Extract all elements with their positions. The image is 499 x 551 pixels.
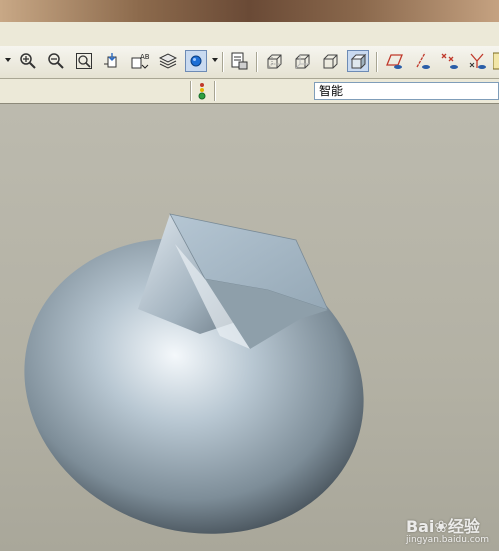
- display-style-icon: [190, 55, 202, 67]
- top-photo-strip: [0, 0, 499, 22]
- zoom-out-button[interactable]: [45, 50, 67, 72]
- layers-button[interactable]: [157, 50, 179, 72]
- status-divider: [190, 81, 192, 101]
- selection-filter-select[interactable]: 智能: [314, 82, 499, 100]
- refit-icon: [76, 53, 92, 69]
- graphics-viewport[interactable]: Bai❀经验 jingyan.baidu.com: [0, 104, 499, 551]
- datum-axes-icon: [416, 52, 430, 69]
- no-hidden-button[interactable]: [319, 50, 341, 72]
- toolbar-separator: [222, 52, 224, 72]
- toolbar-separator: [376, 52, 378, 72]
- status-divider: [214, 81, 216, 101]
- display-style-button[interactable]: [185, 50, 207, 72]
- toolbar-overflow[interactable]: [492, 50, 499, 72]
- shading-icon: [350, 53, 367, 70]
- coordinate-systems-button[interactable]: [466, 50, 488, 72]
- hidden-line-button[interactable]: [291, 50, 313, 72]
- datum-planes-button[interactable]: [382, 50, 404, 72]
- view-manager-button[interactable]: [228, 50, 250, 72]
- datum-axes-button[interactable]: [410, 50, 432, 72]
- reorient-button[interactable]: [101, 50, 123, 72]
- layers-icon: [159, 53, 177, 69]
- shading-button[interactable]: [347, 50, 369, 72]
- datum-points-icon: [441, 53, 458, 69]
- wireframe-button[interactable]: [263, 50, 285, 72]
- shaded-model[interactable]: [0, 104, 499, 551]
- regeneration-status-icon[interactable]: [197, 82, 207, 100]
- status-bar: 智能: [0, 79, 499, 104]
- watermark-suffix: 经验: [447, 517, 480, 536]
- watermark-url: jingyan.baidu.com: [405, 535, 489, 545]
- watermark-brand: Bai: [405, 517, 435, 536]
- menu-strip: [0, 22, 499, 47]
- zoom-out-icon: [48, 53, 64, 69]
- wireframe-icon: [267, 54, 282, 69]
- zoom-in-icon: [20, 53, 36, 69]
- svg-text:AB: AB: [140, 53, 150, 61]
- reorient-icon: [104, 53, 117, 68]
- datum-planes-icon: [386, 54, 403, 69]
- datum-points-button[interactable]: [438, 50, 460, 72]
- display-style-dropdown-icon[interactable]: [212, 58, 218, 62]
- saved-views-button[interactable]: AB: [129, 50, 151, 72]
- view-manager-icon: [231, 52, 248, 70]
- saved-views-icon: AB: [131, 53, 150, 69]
- overflow-icon: [493, 52, 499, 70]
- no-hidden-icon: [323, 54, 338, 69]
- view-toolbar: AB: [0, 46, 499, 79]
- coordinate-systems-icon: [469, 53, 486, 69]
- toolbar-separator: [256, 52, 258, 72]
- refit-button[interactable]: [73, 50, 95, 72]
- dropdown-arrow-icon[interactable]: [5, 58, 11, 62]
- paw-icon: ❀: [434, 517, 448, 536]
- hidden-line-icon: [295, 54, 310, 69]
- zoom-in-button[interactable]: [17, 50, 39, 72]
- watermark: Bai❀经验 jingyan.baidu.com: [406, 513, 489, 545]
